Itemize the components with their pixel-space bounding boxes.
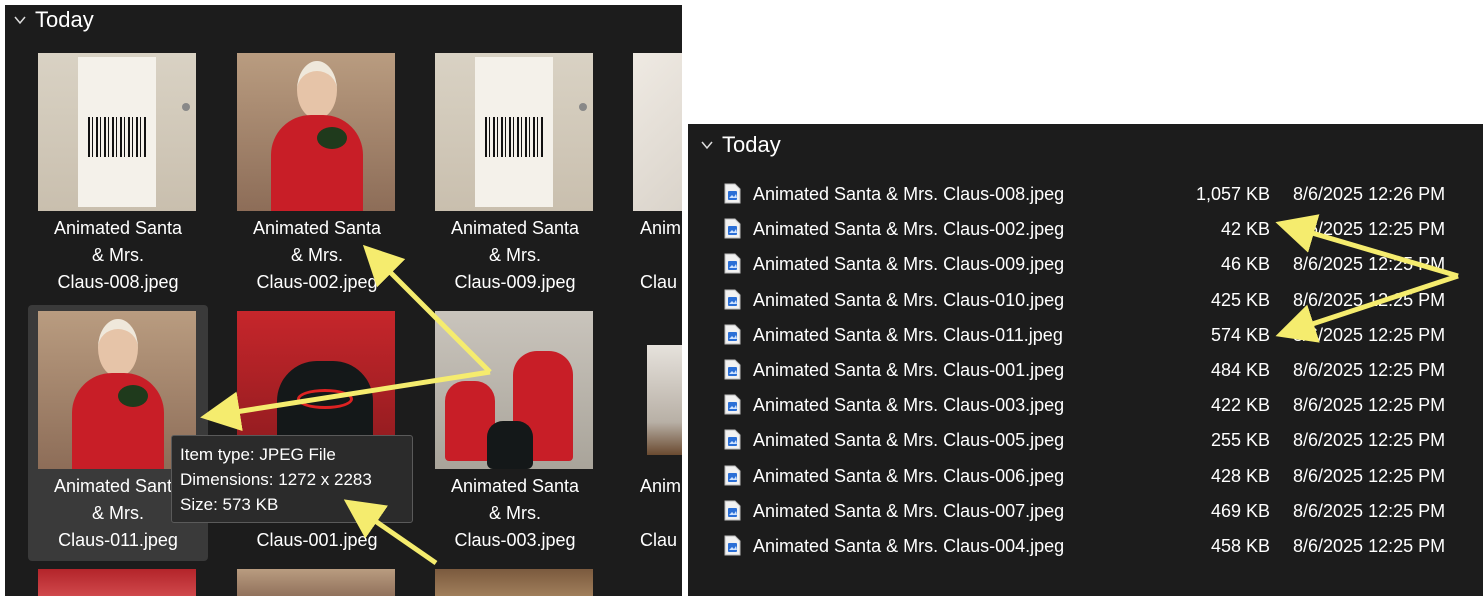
file-row[interactable]: Animated Santa & Mrs. Claus-011.jpeg 574 …: [688, 318, 1483, 352]
file-size: 1,057 KB: [1195, 184, 1270, 204]
group-header-label: Today: [722, 132, 781, 157]
details-view-pane: Today Animated Santa & Mrs. Claus-008.jp…: [688, 124, 1483, 596]
file-size: 469 KB: [1210, 500, 1270, 521]
jpeg-file-icon: [724, 253, 741, 274]
thumbnail-label: Anim Clau: [640, 476, 682, 550]
file-row[interactable]: Animated Santa & Mrs. Claus-010.jpeg 425 …: [688, 283, 1483, 317]
file-size: 46 KB: [1220, 254, 1270, 275]
thumbnail-tile[interactable]: Animated Santa & Mrs. Claus-009.jpeg: [425, 47, 605, 303]
jpeg-file-icon: [724, 394, 741, 415]
file-name: Animated Santa & Mrs. Claus-005.jpeg: [753, 430, 1065, 451]
thumbnail-tile[interactable]: Animated Santa & Mrs. Claus-008.jpeg: [28, 47, 208, 303]
file-row[interactable]: Animated Santa & Mrs. Claus-007.jpeg 469 …: [688, 494, 1483, 528]
image-thumbnail: [633, 53, 682, 211]
file-size: 484 KB: [1210, 360, 1270, 380]
file-date-modified: 8/6/2025 12:25 PM: [1293, 536, 1446, 556]
image-thumbnail: [647, 345, 682, 455]
file-size: 458 KB: [1210, 536, 1270, 556]
chevron-down-icon[interactable]: [700, 138, 714, 152]
file-date-modified: 8/6/2025 12:25 PM: [1293, 500, 1446, 521]
image-thumbnail[interactable]: [435, 569, 593, 596]
tooltip-item-type: Item type: JPEG File: [180, 445, 336, 464]
file-size: 425 KB: [1210, 289, 1270, 310]
chevron-down-icon[interactable]: [13, 13, 27, 27]
file-row[interactable]: Animated Santa & Mrs. Claus-003.jpeg 422 …: [688, 388, 1483, 422]
file-row[interactable]: Animated Santa & Mrs. Claus-009.jpeg 46 K…: [688, 247, 1483, 281]
image-thumbnail: [38, 53, 196, 211]
thumbnail-tile[interactable]: Animated Santa & Mrs. Claus-002.jpeg: [227, 47, 407, 303]
image-thumbnail: [435, 311, 593, 469]
file-name: Animated Santa & Mrs. Claus-003.jpeg: [753, 395, 1065, 416]
file-name: Animated Santa & Mrs. Claus-010.jpeg: [753, 289, 1065, 310]
file-size: 574 KB: [1210, 324, 1270, 345]
file-row[interactable]: Animated Santa & Mrs. Claus-001.jpeg 484 …: [688, 353, 1483, 387]
file-size: 428 KB: [1210, 465, 1270, 486]
file-name: Animated Santa & Mrs. Claus-004.jpeg: [753, 536, 1065, 556]
thumbnail-label: Animated Santa & Mrs. Claus-008.jpeg: [53, 218, 183, 292]
image-thumbnail: [435, 53, 593, 211]
file-row[interactable]: Animated Santa & Mrs. Claus-004.jpeg 458 …: [688, 529, 1483, 563]
file-date-modified: 8/6/2025 12:25 PM: [1293, 430, 1446, 451]
file-name: Animated Santa & Mrs. Claus-006.jpeg: [753, 465, 1065, 486]
thumbnail-tile[interactable]: Anim Clau: [623, 47, 682, 303]
image-thumbnail[interactable]: [237, 569, 395, 596]
file-name: Animated Santa & Mrs. Claus-009.jpeg: [753, 254, 1065, 275]
file-info-tooltip: Item type: JPEG File Dimensions: 1272 x …: [171, 435, 413, 523]
thumbnail-label: Animated Santa & Mrs. Claus-009.jpeg: [450, 218, 580, 292]
thumbnail-tile[interactable]: Anim Clau: [623, 305, 682, 561]
file-row[interactable]: Animated Santa & Mrs. Claus-002.jpeg 42 K…: [688, 212, 1483, 246]
group-header-label: Today: [35, 7, 94, 32]
jpeg-file-icon: [724, 465, 741, 486]
thumbnail-label: Animated Santa & Mrs. Claus-003.jpeg: [450, 476, 580, 550]
image-thumbnail[interactable]: [38, 569, 196, 596]
file-date-modified: 8/6/2025 12:25 PM: [1293, 395, 1446, 416]
jpeg-file-icon: [724, 500, 741, 521]
file-date-modified: 8/6/2025 12:25 PM: [1293, 219, 1446, 240]
file-date-modified: 8/6/2025 12:25 PM: [1293, 324, 1446, 345]
file-name: Animated Santa & Mrs. Claus-001.jpeg: [753, 360, 1065, 380]
file-name: Animated Santa & Mrs. Claus-002.jpeg: [753, 219, 1065, 240]
file-row[interactable]: Animated Santa & Mrs. Claus-008.jpeg 1,05…: [688, 177, 1483, 211]
file-name: Animated Santa & Mrs. Claus-011.jpeg: [753, 324, 1063, 345]
jpeg-file-icon: [724, 183, 741, 204]
file-size: 422 KB: [1210, 395, 1270, 416]
jpeg-file-icon: [724, 359, 741, 380]
file-row[interactable]: Animated Santa & Mrs. Claus-006.jpeg 428 …: [688, 459, 1483, 493]
file-date-modified: 8/6/2025 12:25 PM: [1293, 465, 1446, 486]
jpeg-file-icon: [724, 535, 741, 556]
file-row[interactable]: Animated Santa & Mrs. Claus-005.jpeg 255 …: [688, 423, 1483, 457]
file-date-modified: 8/6/2025 12:25 PM: [1293, 289, 1446, 310]
jpeg-file-icon: [724, 429, 741, 450]
thumbnail-tile[interactable]: Animated Santa & Mrs. Claus-003.jpeg: [425, 305, 605, 561]
file-name: Animated Santa & Mrs. Claus-007.jpeg: [753, 500, 1065, 521]
thumbnail-label: Animated Santa & Mrs. Claus-002.jpeg: [252, 218, 382, 292]
thumbnail-view-pane: Today Animated Santa & Mrs. Claus-008.jp…: [5, 5, 682, 596]
jpeg-file-icon: [724, 324, 741, 345]
jpeg-file-icon: [724, 289, 741, 310]
group-header-today[interactable]: Today: [13, 7, 94, 33]
jpeg-file-icon: [724, 218, 741, 239]
image-thumbnail: [237, 53, 395, 211]
file-date-modified: 8/6/2025 12:26 PM: [1293, 184, 1446, 204]
file-name: Animated Santa & Mrs. Claus-008.jpeg: [753, 184, 1065, 204]
group-header-today[interactable]: Today: [700, 132, 781, 158]
tooltip-size: Size: 573 KB: [180, 495, 279, 514]
file-size: 42 KB: [1220, 219, 1270, 240]
thumbnail-label: Anim Clau: [640, 218, 682, 292]
tooltip-dimensions: Dimensions: 1272 x 2283: [180, 470, 372, 489]
file-date-modified: 8/6/2025 12:25 PM: [1293, 360, 1446, 380]
file-size: 255 KB: [1210, 430, 1270, 451]
file-date-modified: 8/6/2025 12:25 PM: [1293, 254, 1446, 275]
